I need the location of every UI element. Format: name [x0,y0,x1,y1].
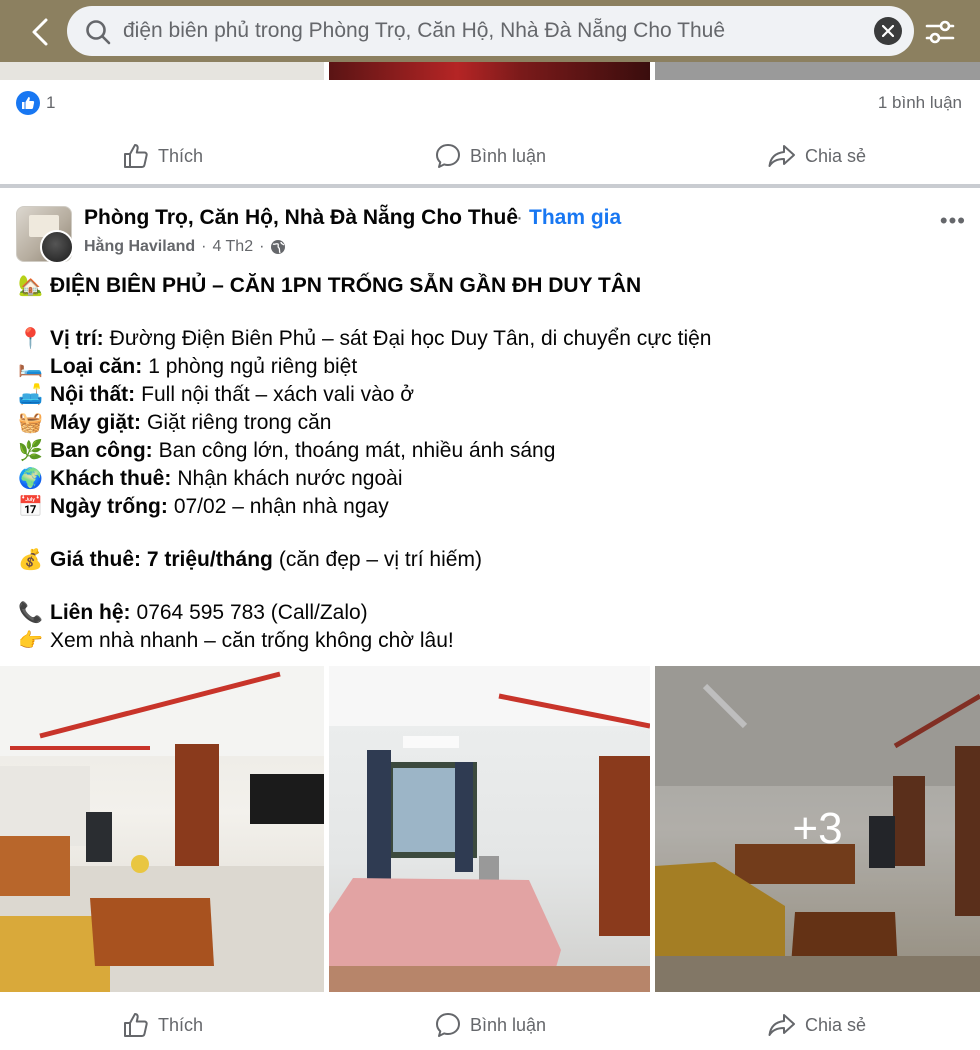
filter-button[interactable] [922,14,958,50]
post-divider [0,184,980,188]
share-arrow-icon [768,1014,795,1036]
share-button[interactable]: Chia sẻ [767,1000,866,1050]
post-time[interactable]: 4 Th2 [212,238,253,256]
bed-icon: 🛏️ [18,356,43,378]
contact-line: 📞 Liên hệ: 0764 595 783 (Call/Zalo) [18,599,968,627]
thumbs-up-icon [124,1013,148,1037]
contact-phone[interactable]: 0764 595 783 (Call/Zalo) [137,599,368,627]
detail-label: Nội thất: [50,383,136,406]
house-icon: 🏡 [18,275,43,297]
like-reaction-icon [16,91,40,115]
like-label: Thích [158,145,204,166]
price-note: (căn đẹp – vị trí hiếm) [278,548,482,571]
like-button[interactable]: Thích [122,131,203,181]
comment-label: Bình luận [470,145,547,166]
comment-button[interactable]: Bình luận [434,131,546,181]
herb-icon: 🌿 [18,440,43,462]
join-group-button[interactable]: Tham gia [529,206,621,230]
globe-icon [271,240,286,254]
post-photo-grid: +3 [0,666,980,992]
post-text: 🏡 ĐIỆN BIÊN PHỦ – CĂN 1PN TRỐNG SẴN GẦN … [18,272,968,655]
detail-label: Ngày trống: [50,495,168,518]
detail-value: 1 phòng ngủ riêng biệt [148,355,358,378]
price-label: Giá thuê: 7 triệu/tháng [50,548,273,571]
group-name-link[interactable]: Phòng Trọ, Căn Hộ, Nhà Đà Nẵng Cho Thuê [84,206,518,230]
comment-bubble-icon [436,1013,460,1037]
search-input[interactable]: điện biên phủ trong Phòng Trọ, Căn Hộ, N… [67,6,914,56]
like-button[interactable]: Thích [122,1000,203,1050]
more-photos-overlay[interactable]: +3 [655,666,980,992]
post-photo-2[interactable] [329,666,650,992]
cta-line: 👉 Xem nhà nhanh – căn trống không chờ lâ… [18,627,968,655]
share-label: Chia sẻ [805,145,867,166]
author-name[interactable]: Hằng Haviland [84,238,195,256]
meta-separator-2: · [259,238,265,255]
detail-value: Ban công lớn, thoáng mát, nhiều ánh sáng [158,439,556,462]
sofa-icon: 🛋️ [18,384,43,406]
pin-icon: 📍 [18,328,43,350]
detail-line: 📅 Ngày trống: 07/02 – nhận nhà ngay [18,493,968,521]
contact-label: Liên hệ: [50,601,131,624]
post-title-text: ĐIỆN BIÊN PHỦ – CĂN 1PN TRỐNG SẴN GẦN ĐH… [50,274,642,297]
post-action-bar-2: Thích Bình luận Chia sẻ [0,1000,980,1050]
sliders-icon [925,20,955,44]
detail-line: 🧺 Máy giặt: Giặt riêng trong căn [18,409,968,437]
comment-bubble-icon [436,144,460,168]
detail-value: Giặt riêng trong căn [147,411,332,434]
post-header: Phòng Trọ, Căn Hộ, Nhà Đà Nẵng Cho Thuê … [0,196,980,266]
detail-label: Loại căn: [50,355,143,378]
thumbs-up-icon [124,144,148,168]
author-avatar[interactable] [40,230,74,264]
search-icon [86,20,111,45]
search-query: điện biên phủ trong Phòng Trọ, Căn Hộ, N… [123,19,726,42]
detail-value: Đường Điện Biên Phủ – sát Đại học Duy Tâ… [109,327,712,350]
more-options-button[interactable]: ••• [940,208,966,234]
post-title: 🏡 ĐIỆN BIÊN PHỦ – CĂN 1PN TRỐNG SẴN GẦN … [18,272,968,300]
comment-count[interactable]: 1 bình luận [878,93,962,113]
like-count: 1 [46,93,56,112]
detail-label: Vị trí: [50,327,104,350]
post-photo-1[interactable] [0,666,324,992]
detail-value: Nhận khách nước ngoài [177,467,403,490]
detail-label: Ban công: [50,439,153,462]
basket-icon: 🧺 [18,412,43,434]
close-icon [882,25,894,37]
calendar-icon: 📅 [18,496,43,518]
meta-separator: · [201,238,207,255]
detail-line: 📍 Vị trí: Đường Điện Biên Phủ – sát Đại … [18,325,968,353]
top-bar: điện biên phủ trong Phòng Trọ, Căn Hộ, N… [0,0,980,62]
share-label: Chia sẻ [805,1014,867,1035]
pointing-hand-icon: 👉 [18,630,43,652]
header-separator: · [516,206,523,229]
post-photo-3[interactable]: +3 [655,666,980,992]
detail-label: Khách thuê: [50,467,172,490]
detail-line: 🛋️ Nội thất: Full nội thất – xách vali v… [18,381,968,409]
detail-value: 07/02 – nhận nhà ngay [173,495,389,518]
detail-line: 🌿 Ban công: Ban công lớn, thoáng mát, nh… [18,437,968,465]
like-label: Thích [158,1014,204,1035]
previous-photo-2[interactable] [329,62,650,80]
detail-value: Full nội thất – xách vali vào ở [141,383,415,406]
phone-icon: 📞 [18,602,43,624]
post-action-bar: Thích Bình luận Chia sẻ [0,131,980,181]
clear-search-button[interactable] [874,17,902,45]
share-button[interactable]: Chia sẻ [767,131,866,181]
detail-line: 🌍 Khách thuê: Nhận khách nước ngoài [18,465,968,493]
share-arrow-icon [768,145,795,167]
price-line: 💰 Giá thuê: 7 triệu/tháng (căn đẹp – vị … [18,546,968,574]
previous-post-photos[interactable] [0,62,980,80]
detail-line: 🛏️ Loại căn: 1 phòng ngủ riêng biệt [18,353,968,381]
comment-label: Bình luận [470,1014,547,1035]
reactions-summary[interactable]: 1 1 bình luận [0,85,980,121]
globe-emoji-icon: 🌍 [18,468,43,490]
comment-button[interactable]: Bình luận [434,1000,546,1050]
post-meta: Hằng Haviland · 4 Th2 · [84,238,286,256]
money-bag-icon: 💰 [18,549,43,571]
previous-photo-1[interactable] [0,62,324,80]
back-button[interactable] [20,12,60,52]
chevron-left-icon [32,18,48,46]
cta-text: Xem nhà nhanh – căn trống không chờ lâu! [50,629,454,652]
previous-photo-3[interactable] [655,62,980,80]
detail-label: Máy giặt: [50,411,142,434]
